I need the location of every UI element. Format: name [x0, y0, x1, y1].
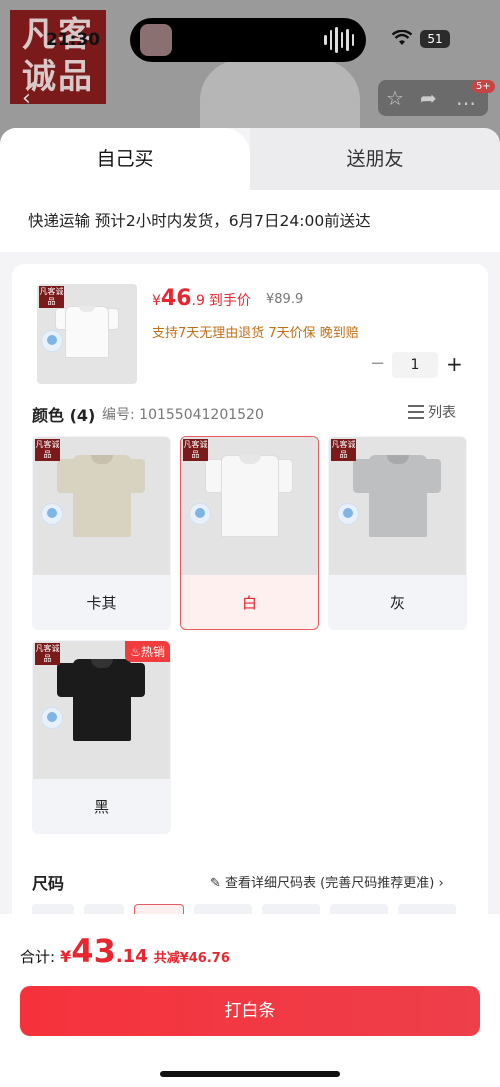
flame-icon: ♨ [130, 645, 141, 659]
buy-button[interactable]: 打白条 [20, 986, 480, 1036]
quantity-decrease-button[interactable]: − [370, 352, 386, 376]
total-label: 合计: [20, 948, 56, 966]
price-integer: 46 [160, 286, 192, 311]
color-option-gray[interactable]: 凡客诚品 灰 [328, 436, 467, 630]
fabric-badge-icon [189, 503, 211, 525]
total-integer: 43 [71, 932, 116, 970]
color-option-label: 灰 [389, 594, 405, 612]
media-thumbnail [140, 24, 172, 56]
list-icon [408, 405, 424, 419]
original-price: ¥89.9 [266, 292, 304, 307]
list-view-toggle[interactable]: 列表 [408, 402, 456, 422]
battery-icon: 51 [420, 30, 450, 48]
back-icon[interactable]: ‹ [22, 86, 31, 111]
product-options-card: 凡客诚品 ¥46.9 到手价 ¥89.9 支持7天无理由退货 7天价保 晚到赔 −… [12, 264, 488, 964]
color-option-label: 卡其 [86, 594, 117, 612]
sku-number: 编号: 10155041201520 [102, 407, 264, 423]
total-currency: ¥ [60, 947, 72, 966]
wifi-icon [392, 30, 412, 45]
fabric-badge-icon [41, 330, 63, 352]
cart-badge: 5+ [472, 80, 495, 93]
share-icon[interactable]: ➦ [420, 86, 437, 110]
audio-wave-icon [324, 27, 354, 53]
dynamic-island[interactable] [130, 18, 366, 62]
delivery-info: 快递运输 预计2小时内发货，6月7日24:00前送达 [0, 190, 500, 252]
swatch-brand-logo: 凡客诚品 [183, 439, 208, 461]
color-option-white[interactable]: 凡客诚品 白 [180, 436, 319, 630]
color-option-label: 黑 [93, 798, 109, 816]
price-label: 到手价 [208, 293, 251, 309]
color-option-black[interactable]: 凡客诚品 ♨热销 黑 [32, 640, 171, 834]
swatch-brand-logo: 凡客诚品 [35, 643, 60, 665]
fabric-badge-icon [337, 503, 359, 525]
total-decimal: .14 [115, 946, 148, 967]
swatch-brand-logo: 凡客诚品 [331, 439, 356, 461]
product-price: ¥46.9 到手价 [152, 286, 251, 311]
total-price: 合计: ¥43.14 共减¥46.76 [20, 932, 230, 970]
status-time: 21:30 [46, 30, 101, 50]
purchase-tabs: 送朋友 自己买 [0, 128, 500, 190]
color-option-khaki[interactable]: 凡客诚品 卡其 [32, 436, 171, 630]
color-section-title: 颜色 (4) [32, 406, 96, 425]
thumbnail-brand-logo: 凡客诚品 [39, 286, 64, 308]
product-thumbnail[interactable]: 凡客诚品 [37, 284, 137, 384]
price-decimal: .9 [191, 293, 205, 309]
quantity-value[interactable]: 1 [392, 352, 438, 378]
swatch-brand-logo: 凡客诚品 [35, 439, 60, 461]
hot-sale-badge: ♨热销 [125, 641, 170, 662]
list-view-label: 列表 [428, 405, 456, 421]
service-guarantees: 支持7天无理由退货 7天价保 晚到赔 [152, 326, 359, 341]
total-discount: 共减¥46.76 [153, 951, 230, 966]
price-symbol: ¥ [152, 293, 161, 309]
chevron-right-icon: › [438, 876, 444, 891]
home-indicator [160, 1071, 340, 1077]
size-section-title: 尺码 [32, 874, 65, 893]
quantity-stepper: − 1 + [370, 352, 470, 378]
size-chart-link[interactable]: ✎ 查看详细尺码表 (完善尺码推荐更准) › [210, 872, 444, 891]
color-option-label: 白 [241, 594, 257, 612]
hot-sale-label: 热销 [140, 645, 165, 659]
quantity-increase-button[interactable]: + [446, 352, 464, 376]
size-chart-link-label: 查看详细尺码表 (完善尺码推荐更准) [225, 876, 435, 891]
ruler-icon: ✎ [210, 876, 221, 891]
tab-gift-friend[interactable]: 送朋友 [250, 128, 500, 190]
fabric-badge-icon [41, 707, 63, 729]
favorite-icon[interactable]: ☆ [386, 86, 404, 110]
fabric-badge-icon [41, 503, 63, 525]
tab-buy-self[interactable]: 自己买 [0, 128, 250, 190]
checkout-bar: 合计: ¥43.14 共减¥46.76 打白条 [0, 914, 500, 1087]
